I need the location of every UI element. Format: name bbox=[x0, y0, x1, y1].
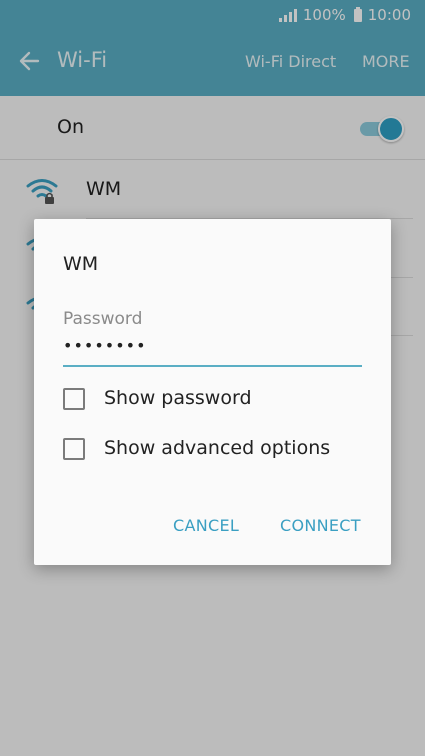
show-password-checkbox[interactable] bbox=[63, 388, 85, 410]
cancel-button[interactable]: CANCEL bbox=[173, 516, 239, 535]
show-password-option[interactable]: Show password bbox=[63, 385, 363, 415]
password-label: Password bbox=[63, 309, 143, 329]
show-advanced-label: Show advanced options bbox=[104, 437, 331, 459]
password-field[interactable]: •••••••• bbox=[63, 336, 147, 355]
wifi-password-dialog: WM Password •••••••• Show password Show … bbox=[34, 219, 391, 565]
password-field-underline bbox=[63, 365, 362, 367]
connect-button[interactable]: CONNECT bbox=[280, 516, 361, 535]
dialog-title: WM bbox=[63, 253, 99, 275]
show-advanced-option[interactable]: Show advanced options bbox=[63, 435, 363, 465]
show-advanced-checkbox[interactable] bbox=[63, 438, 85, 460]
show-password-label: Show password bbox=[104, 387, 252, 409]
